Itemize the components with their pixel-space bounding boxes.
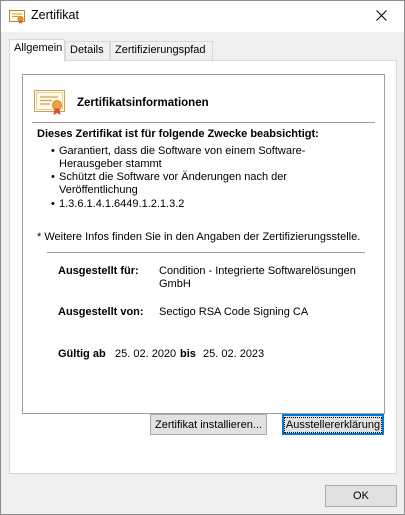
certificate-dialog: Zertifikat Allgemein Details Zertifizier… bbox=[0, 0, 405, 515]
valid-from-label: Gültig ab bbox=[58, 348, 106, 360]
general-tab-panel: Zertifikatsinformationen Dieses Zertifik… bbox=[9, 60, 397, 474]
tab-certification-path[interactable]: Zertifizierungspfad bbox=[110, 41, 213, 61]
tab-general[interactable]: Allgemein bbox=[9, 39, 65, 62]
divider bbox=[47, 252, 365, 253]
list-item: 1.3.6.1.4.1.6449.1.2.1.3.2 bbox=[51, 198, 331, 211]
close-icon bbox=[375, 9, 387, 24]
install-certificate-button[interactable]: Zertifikat installieren... bbox=[150, 414, 267, 435]
certificate-info-box: Zertifikatsinformationen Dieses Zertifik… bbox=[22, 74, 385, 414]
close-button[interactable] bbox=[358, 1, 404, 32]
list-item: Garantiert, dass die Software von einem … bbox=[51, 145, 331, 171]
certificate-icon bbox=[9, 10, 25, 24]
divider bbox=[32, 122, 375, 123]
purpose-title: Dieses Zertifikat ist für folgende Zweck… bbox=[37, 128, 319, 140]
issuer-statement-label: Ausstellererklärung bbox=[283, 416, 383, 433]
ok-button[interactable]: OK bbox=[325, 485, 397, 507]
info-note: * Weitere Infos finden Sie in den Angabe… bbox=[37, 231, 361, 243]
title-bar: Zertifikat bbox=[1, 1, 404, 32]
issued-by-value: Sectigo RSA Code Signing CA bbox=[159, 306, 309, 318]
issued-by-label: Ausgestellt von: bbox=[58, 306, 144, 318]
tab-bar: Allgemein Details Zertifizierungspfad bbox=[9, 39, 399, 62]
install-certificate-label: Zertifikat installieren... bbox=[155, 418, 262, 431]
valid-from-value: 25. 02. 2020 bbox=[115, 348, 177, 360]
issued-to-label: Ausgestellt für: bbox=[58, 265, 139, 277]
valid-to-value: 25. 02. 2023 bbox=[203, 348, 265, 360]
certificate-icon bbox=[34, 88, 66, 116]
window-title: Zertifikat bbox=[31, 8, 79, 22]
issued-to-value: Condition - Integrierte Softwarelösungen… bbox=[159, 265, 356, 290]
issuer-statement-button[interactable]: Ausstellererklärung bbox=[282, 414, 384, 435]
certificate-info-heading: Zertifikatsinformationen bbox=[77, 97, 209, 109]
purpose-list: Garantiert, dass die Software von einem … bbox=[51, 145, 331, 211]
tab-details[interactable]: Details bbox=[65, 41, 110, 61]
valid-to-label: bis bbox=[180, 348, 196, 360]
ok-label: OK bbox=[353, 490, 369, 502]
list-item: Schützt die Software vor Änderungen nach… bbox=[51, 171, 331, 197]
